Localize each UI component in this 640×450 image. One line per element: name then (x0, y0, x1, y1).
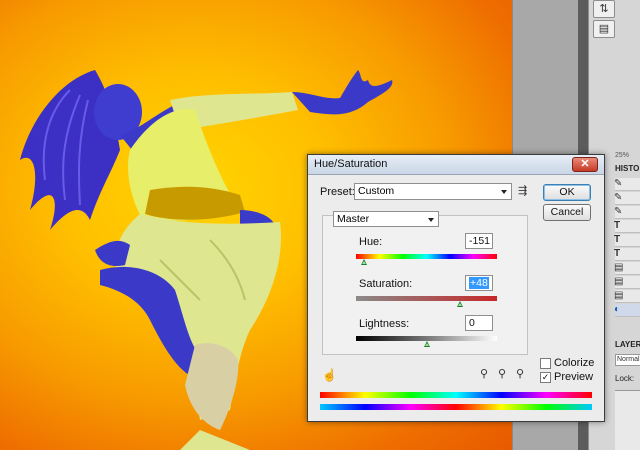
hue-slider-track[interactable] (356, 254, 497, 259)
lightness-label: Lightness: (359, 318, 410, 330)
eyedropper-icon[interactable]: ⚲ (480, 367, 488, 380)
type-icon: T (614, 220, 621, 231)
hue-saturation-dialog: Hue/Saturation ✕ Preset: Custom ⇶ OK Can… (307, 154, 605, 422)
dialog-titlebar[interactable]: Hue/Saturation ✕ (308, 155, 604, 175)
dialog-title: Hue/Saturation (314, 158, 388, 170)
blend-mode-select[interactable]: Normal (615, 354, 640, 366)
zoom-level: 25% (615, 152, 630, 159)
ok-button[interactable]: OK (543, 184, 591, 201)
saturation-slider-track[interactable] (356, 296, 497, 301)
saturation-field[interactable]: +48 (465, 275, 493, 291)
saturation-value: +48 (469, 277, 489, 289)
layer-icon: ▤ (614, 276, 624, 287)
cancel-button[interactable]: Cancel (543, 204, 591, 221)
lightness-slider-thumb[interactable] (423, 341, 430, 347)
result-spectrum-bar (320, 404, 592, 410)
dock-doc-icon[interactable]: ▤ (593, 20, 615, 38)
eyedropper-plus-icon[interactable]: ⚲ (498, 367, 506, 380)
history-panel-label[interactable]: HISTO (615, 164, 639, 173)
brush-icon: ✎ (614, 206, 623, 217)
chevron-down-icon (428, 218, 434, 222)
preset-options-icon[interactable]: ⇶ (518, 184, 527, 197)
saturation-slider-thumb[interactable] (457, 301, 464, 307)
layer-icon: ▤ (614, 262, 624, 273)
colorize-label: Colorize (554, 357, 595, 369)
type-icon: T (614, 234, 621, 245)
brush-icon: ✎ (614, 178, 623, 189)
type-icon: T (614, 248, 621, 259)
lightness-field[interactable]: 0 (465, 315, 493, 331)
colorize-checkbox[interactable] (540, 358, 551, 369)
preset-label: Preset: (320, 186, 355, 198)
brush-icon: ✎ (614, 192, 623, 203)
saturation-label: Saturation: (359, 278, 413, 290)
preview-checkbox[interactable]: ✓ (540, 372, 551, 383)
adjustment-group: Master Hue: -151 Saturation: +48 Lightne… (322, 211, 528, 355)
layers-list[interactable] (615, 390, 640, 450)
targeted-adjustment-icon[interactable]: ☝ (322, 368, 337, 382)
preset-value: Custom (358, 185, 395, 197)
history-icons: ✎ ✎ ✎ T T T ▤ ▤ ▤ ◐ (614, 178, 623, 318)
hue-label: Hue: (359, 236, 383, 248)
layer-icon: ▤ (614, 290, 624, 301)
hue-field[interactable]: -151 (465, 233, 493, 249)
chevron-down-icon (501, 190, 507, 194)
close-button[interactable]: ✕ (572, 157, 598, 172)
adjustment-icon: ◐ (614, 304, 621, 315)
preview-label: Preview (554, 371, 594, 383)
source-spectrum-bar (320, 392, 592, 398)
check-icon: ✓ (541, 372, 550, 382)
channel-value: Master (337, 213, 370, 225)
layers-panel-label[interactable]: LAYERS (615, 340, 640, 349)
preset-select[interactable]: Custom (354, 183, 512, 200)
eyedropper-minus-icon[interactable]: ⚲ (516, 367, 524, 380)
lock-label: Lock: (615, 374, 635, 383)
dock-tool-icon[interactable]: ⇅ (593, 0, 615, 18)
hue-slider-thumb[interactable] (361, 259, 368, 265)
channel-select[interactable]: Master (333, 211, 439, 227)
